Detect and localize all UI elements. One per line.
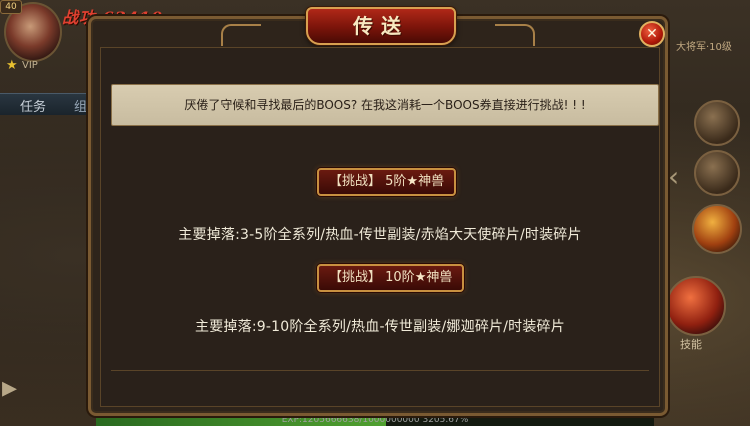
dialog-title-plate: 传送 xyxy=(306,7,456,45)
notice-box: 厌倦了守候和寻找最后的BOOS? 在我这消耗一个BOOS券直接进行挑战! ! ! xyxy=(111,84,659,126)
vip-star-icon: ★ xyxy=(6,58,18,73)
skill-button-1[interactable] xyxy=(694,100,740,146)
skill-button-2[interactable] xyxy=(694,150,740,196)
dialog-title: 传送 xyxy=(353,14,409,38)
challenge-button-prefix: 【挑战】 10阶 xyxy=(329,270,415,285)
close-icon: ✕ xyxy=(646,26,658,42)
title-ornament-right xyxy=(495,24,535,46)
right-info-text: 大将军·10级 xyxy=(676,42,732,53)
footer-divider xyxy=(111,370,649,371)
exp-text: EXP:1205666638/1000000000 3205.67% xyxy=(281,415,469,425)
attack-button[interactable] xyxy=(666,276,726,336)
star-icon: ★ xyxy=(414,270,427,285)
notice-text: 厌倦了守候和寻找最后的BOOS? 在我这消耗一个BOOS券直接进行挑战! ! ! xyxy=(184,98,586,112)
expand-left-arrow-icon[interactable]: ▸ xyxy=(2,366,24,410)
level-badge: 40 xyxy=(0,0,22,14)
close-button[interactable]: ✕ xyxy=(639,21,665,47)
challenge-button-suffix: 神兽 xyxy=(426,270,453,285)
drop-list-5: 主要掉落:3-5阶全系列/热血-传世副装/赤焰大天使碎片/时装碎片 xyxy=(178,227,582,243)
challenge-button-prefix: 【挑战】 5阶 xyxy=(329,174,407,189)
skill-button-3[interactable] xyxy=(692,204,742,254)
dialog-body: 厌倦了守候和寻找最后的BOOS? 在我这消耗一个BOOS券直接进行挑战! ! !… xyxy=(100,47,660,407)
star-icon: ★ xyxy=(406,174,419,189)
challenge-10-star-beast-button[interactable]: 【挑战】 10阶★神兽 xyxy=(317,264,465,292)
chevron-left-icon[interactable]: ‹ xyxy=(668,160,679,193)
drop-list-10: 主要掉落:9-10阶全系列/热血-传世副装/娜迦碎片/时装碎片 xyxy=(195,319,565,335)
challenge-5-star-beast-button[interactable]: 【挑战】 5阶★神兽 xyxy=(317,168,457,196)
tab-quest[interactable]: 任务 xyxy=(20,96,46,115)
skill-label: 技能 xyxy=(680,338,702,351)
challenge-button-suffix: 神兽 xyxy=(418,174,445,189)
vip-label: VIP xyxy=(22,60,38,71)
teleport-dialog: 传送 ✕ 厌倦了守候和寻找最后的BOOS? 在我这消耗一个BOOS券直接进行挑战… xyxy=(88,7,668,416)
title-ornament-left xyxy=(221,24,261,46)
